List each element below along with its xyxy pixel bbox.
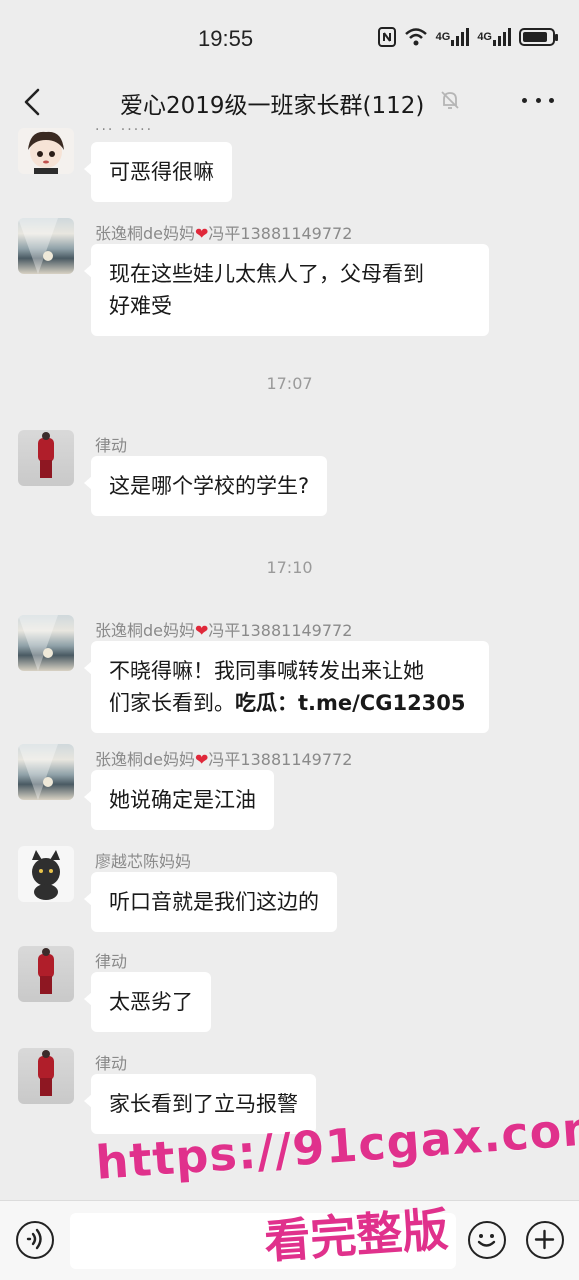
plus-icon — [534, 1229, 555, 1250]
emoji-button[interactable] — [468, 1221, 506, 1259]
sender-name-prefix: 张逸桐de妈妈 — [95, 750, 196, 769]
red-figure-avatar[interactable] — [18, 430, 74, 486]
message-text: 家长看到了立马报警 — [109, 1092, 298, 1116]
status-time: 19:55 — [198, 26, 254, 51]
timestamp: 17:07 — [266, 374, 313, 393]
message-bubble[interactable]: 可恶得很嘛 — [84, 142, 232, 202]
network-type-1: 4G — [435, 31, 451, 43]
message-text: 这是哪个学校的学生? — [109, 474, 310, 498]
sender-name-prefix: 张逸桐de妈妈 — [95, 224, 196, 243]
sender-name-suffix: 冯平13881149772 — [208, 750, 353, 769]
message-bubble[interactable]: 现在这些娃儿太焦人了，父母看到 好难受 — [84, 244, 489, 336]
dot-icon — [522, 97, 527, 103]
nfc-icon — [377, 26, 396, 48]
message-text: 听口音就是我们这边的 — [109, 890, 319, 914]
message-text-line: 现在这些娃儿太焦人了，父母看到 — [109, 262, 424, 286]
message-link-text: 吃瓜：t.me/CG12305 — [235, 691, 466, 715]
sea-avatar[interactable] — [18, 744, 74, 800]
sender-name-suffix: 冯平13881149772 — [208, 224, 353, 243]
back-button[interactable] — [18, 84, 48, 120]
chat-title: 爱心2019级一班家长群(112) — [120, 93, 425, 119]
chevron-left-icon — [24, 88, 40, 116]
black-cat-avatar[interactable] — [18, 846, 74, 902]
network-type-2: 4G — [477, 31, 492, 43]
message-text: 可恶得很嘛 — [109, 160, 214, 184]
sender-name-suffix: 冯平13881149772 — [208, 621, 353, 640]
sender-name: 张逸桐de妈妈❤冯平13881149772 — [95, 220, 352, 244]
signal-icon-2: 4G — [477, 26, 511, 48]
mute-bell-icon — [438, 88, 462, 112]
message-bubble[interactable]: 这是哪个学校的学生? — [83, 456, 328, 516]
wifi-icon — [404, 26, 428, 48]
message-text: 她说确定是江油 — [109, 788, 256, 812]
chat-header: 爱心2019级一班家长群(112) — [0, 78, 579, 126]
chat-messages[interactable]: ··· ····· 可恶得很嘛 张逸桐de妈妈❤冯平13881149772 现在… — [0, 126, 579, 1200]
more-options-button[interactable] — [522, 84, 554, 116]
red-figure-avatar[interactable] — [18, 946, 74, 1002]
heart-icon: ❤ — [195, 224, 209, 243]
dot-icon — [535, 97, 541, 103]
message-bubble[interactable]: 不晓得嘛！我同事喊转发出来让她 们家长看到。吃瓜：t.me/CG12305 — [84, 641, 489, 733]
sender-name: 张逸桐de妈妈❤冯平13881149772 — [95, 746, 352, 770]
message-bubble[interactable]: 她说确定是江油 — [84, 770, 274, 830]
heart-icon: ❤ — [195, 750, 209, 769]
sender-name: 律动 — [95, 1054, 128, 1073]
sender-name: 律动 — [95, 436, 128, 455]
more-actions-button[interactable] — [526, 1221, 564, 1259]
status-icons: 4G 4G — [377, 26, 558, 48]
battery-level — [523, 32, 547, 42]
smiley-icon — [477, 1234, 496, 1247]
battery-icon — [519, 28, 558, 46]
girl-avatar[interactable] — [18, 128, 74, 174]
dot-icon — [549, 97, 554, 103]
sender-name-prefix: 张逸桐de妈妈 — [95, 621, 196, 640]
message-text: 太恶劣了 — [109, 990, 193, 1014]
sea-avatar[interactable] — [18, 218, 74, 274]
watermark-subtitle: 看完整版 — [262, 1202, 450, 1269]
sender-name: 律动 — [95, 952, 128, 971]
red-figure-avatar[interactable] — [18, 1048, 74, 1104]
message-text-line: 不晓得嘛！我同事喊转发出来让她 — [109, 659, 424, 683]
signal-icon-1: 4G — [436, 26, 470, 48]
heart-icon: ❤ — [195, 621, 209, 640]
sea-avatar[interactable] — [18, 615, 74, 671]
voice-input-button[interactable] — [16, 1221, 54, 1259]
message-text-line: 们家长看到。 — [109, 691, 235, 715]
message-bubble[interactable]: 听口音就是我们这边的 — [84, 872, 337, 932]
message-bubble[interactable]: 太恶劣了 — [84, 972, 211, 1032]
cut-off-sender-name: ··· ····· — [95, 126, 215, 132]
timestamp: 17:10 — [266, 558, 313, 577]
message-text-line: 好难受 — [109, 294, 172, 318]
status-bar: 19:55 4G 4G — [0, 0, 579, 78]
sender-name: 廖越芯陈妈妈 — [95, 852, 192, 871]
voice-icon — [26, 1228, 42, 1250]
sender-name: 张逸桐de妈妈❤冯平13881149772 — [95, 617, 352, 641]
